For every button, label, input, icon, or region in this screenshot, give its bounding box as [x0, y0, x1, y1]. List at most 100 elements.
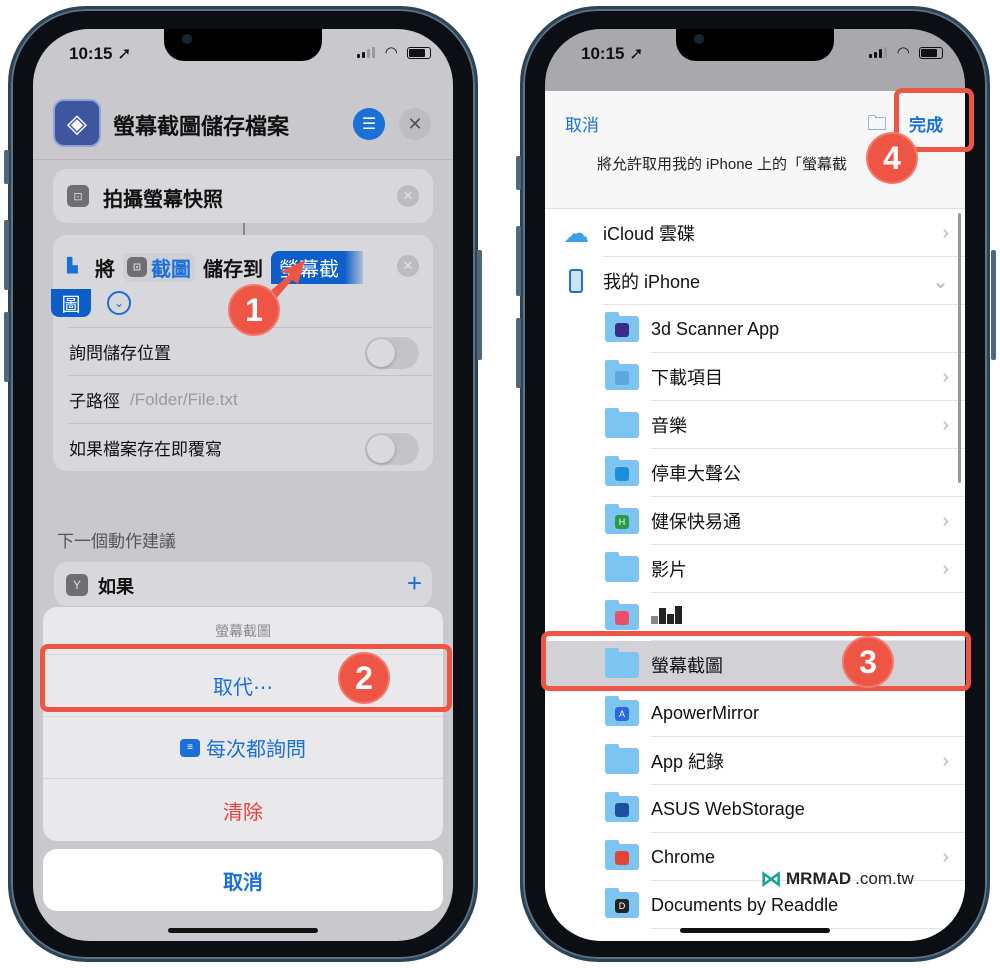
step-2-marker: 2 — [338, 652, 390, 704]
watermark: ⋈ MRMAD .com.tw — [760, 866, 914, 891]
action-connector — [243, 223, 245, 235]
picker-message: 將允許取用我的 iPhone 上的「螢幕截 — [597, 156, 848, 173]
folder-name: 影片 — [651, 560, 687, 580]
subpath-input[interactable]: /Folder/File.txt — [130, 390, 238, 410]
folder-item[interactable]: 下載項目 › — [545, 353, 965, 401]
folder-icon: H — [605, 504, 639, 534]
step-1-marker: 1 — [228, 284, 280, 336]
folder-name: 下載項目 — [651, 368, 723, 388]
notch — [164, 29, 322, 61]
cellular-signal-icon — [357, 47, 375, 58]
shortcuts-layers-icon[interactable]: ◈ — [53, 99, 101, 147]
overwrite-toggle[interactable] — [365, 433, 419, 465]
folder-name: 停車大聲公 — [651, 464, 741, 484]
chevron-right-icon: › — [942, 557, 949, 580]
folder-item[interactable]: H 健保快易通 › — [545, 497, 965, 545]
folder-item[interactable]: ASUS WebStorage — [545, 785, 965, 833]
cellular-signal-icon — [869, 47, 887, 58]
sliders-icon[interactable]: ☰ — [353, 108, 385, 140]
picker-cancel-button[interactable]: 取消 — [565, 111, 599, 136]
chevron-down-icon[interactable]: ⌄ — [107, 291, 131, 315]
remove-action-icon[interactable]: ✕ — [397, 255, 419, 277]
notch — [676, 29, 834, 61]
folder-item[interactable]: App 紀錄 › — [545, 737, 965, 785]
volume-down-button — [516, 318, 521, 388]
folder-icon: D — [605, 888, 639, 918]
shortcut-title[interactable]: 螢幕截圖儲存檔案 — [113, 109, 289, 141]
download-badge-icon — [615, 371, 629, 385]
save-action-sentence: ▙ 將 ⊡ 截圖 儲存到 螢幕截 — [67, 249, 393, 285]
battery-icon — [919, 47, 943, 59]
message-bubble-icon: ≡ — [180, 738, 200, 757]
home-indicator[interactable] — [168, 928, 318, 933]
close-icon[interactable]: ✕ — [399, 108, 431, 140]
letter-badge-icon: A — [615, 707, 629, 721]
header-divider — [33, 159, 453, 160]
mrmad-logo-icon: ⋈ — [760, 866, 782, 891]
folder-picker-sheet: 取消 🗀 完成 將允許取用我的 iPhone 上的「螢幕截 ☁ iCloud 雲… — [545, 91, 965, 941]
folder-icon — [605, 312, 639, 342]
action-take-screenshot[interactable]: ⊡ 拍攝螢幕快照 ✕ — [53, 169, 433, 223]
step-3-highlight — [541, 631, 971, 691]
chevron-right-icon: › — [942, 365, 949, 388]
ask-location-toggle[interactable] — [365, 337, 419, 369]
home-indicator[interactable] — [680, 928, 830, 933]
volume-up-button — [516, 226, 521, 296]
add-icon[interactable]: + — [407, 568, 422, 599]
chrome-badge-icon — [615, 851, 629, 865]
action-save-file[interactable]: ▙ 將 ⊡ 截圖 儲存到 螢幕截 ✕ 圖 ⌄ 詢問儲存位置 子路徑 /Folder… — [51, 235, 433, 471]
document-icon: ▙ — [67, 257, 78, 273]
folder-item[interactable]: 3d Scanner App — [545, 305, 965, 353]
cancel-button[interactable]: 取消 — [43, 849, 443, 911]
folder-name: Documents by Readdle — [651, 894, 839, 915]
folder-icon — [605, 792, 639, 822]
suggestions-label: 下一個動作建議 — [57, 532, 176, 551]
folder-item[interactable]: 影片 › — [545, 545, 965, 593]
action-sheet: 螢幕截圖 取代⋯ ≡ 每次都詢問 清除 — [43, 607, 443, 841]
folder-name: 3d Scanner App — [651, 318, 780, 339]
shortcut-header: ◈ 螢幕截圖儲存檔案 ☰ ✕ — [53, 95, 437, 155]
wifi-icon: ◠ — [897, 44, 909, 61]
front-camera — [694, 34, 704, 44]
wifi-icon: ◠ — [385, 44, 397, 61]
letter-badge-icon: D — [615, 899, 629, 913]
suggestion-item[interactable]: Y 如果 + — [53, 561, 433, 607]
folder-name: 音樂 — [651, 416, 687, 436]
folder-icon — [605, 552, 639, 582]
location-arrow-icon: ➚ — [629, 44, 644, 63]
asus-badge-icon — [615, 803, 629, 817]
chevron-right-icon: › — [942, 845, 949, 868]
destination-variable-chip-continued[interactable]: 圖 — [51, 289, 91, 317]
location-icloud[interactable]: ☁ iCloud 雲碟 › — [545, 209, 965, 257]
scrollbar[interactable] — [958, 213, 961, 483]
word-will: 將 — [95, 258, 115, 281]
pixelated-name — [651, 605, 682, 624]
folder-name: ASUS WebStorage — [651, 798, 805, 819]
clear-button[interactable]: 清除 — [43, 779, 443, 841]
location-arrow-icon: ➚ — [117, 44, 132, 63]
pin-badge-icon — [615, 467, 629, 481]
screenshot-icon: ⊡ — [67, 185, 89, 207]
chevron-right-icon: › — [942, 749, 949, 772]
mute-switch — [516, 156, 521, 190]
folder-name: ApowerMirror — [651, 702, 760, 723]
folder-icon — [605, 456, 639, 486]
folder-item[interactable]: A ApowerMirror — [545, 689, 965, 737]
folder-icon: A — [605, 696, 639, 726]
folder-item[interactable]: 停車大聲公 — [545, 449, 965, 497]
icloud-icon: ☁ — [563, 217, 589, 248]
screenshot-icon: ⊡ — [127, 257, 147, 277]
status-time: 10:15 ➚ — [69, 44, 132, 63]
step-4-marker: 4 — [866, 132, 918, 184]
ask-each-time-button[interactable]: ≡ 每次都詢問 — [43, 717, 443, 779]
letter-badge-icon: H — [615, 515, 629, 529]
remove-action-icon[interactable]: ✕ — [397, 185, 419, 207]
power-button — [991, 250, 996, 360]
power-button — [477, 250, 482, 360]
folder-item[interactable]: 音樂 › — [545, 401, 965, 449]
camera-badge-icon — [615, 611, 629, 625]
input-variable-chip[interactable]: ⊡ 截圖 — [123, 252, 195, 282]
mute-switch — [4, 150, 9, 184]
location-my-iphone[interactable]: 我的 iPhone ⌄ — [545, 257, 965, 305]
left-phone-frame: 10:15 ➚ ◠ ◈ 螢幕截圖儲存檔案 ☰ ✕ ⊡ 拍攝螢幕快照 ✕ ▙ 將 … — [8, 6, 478, 962]
